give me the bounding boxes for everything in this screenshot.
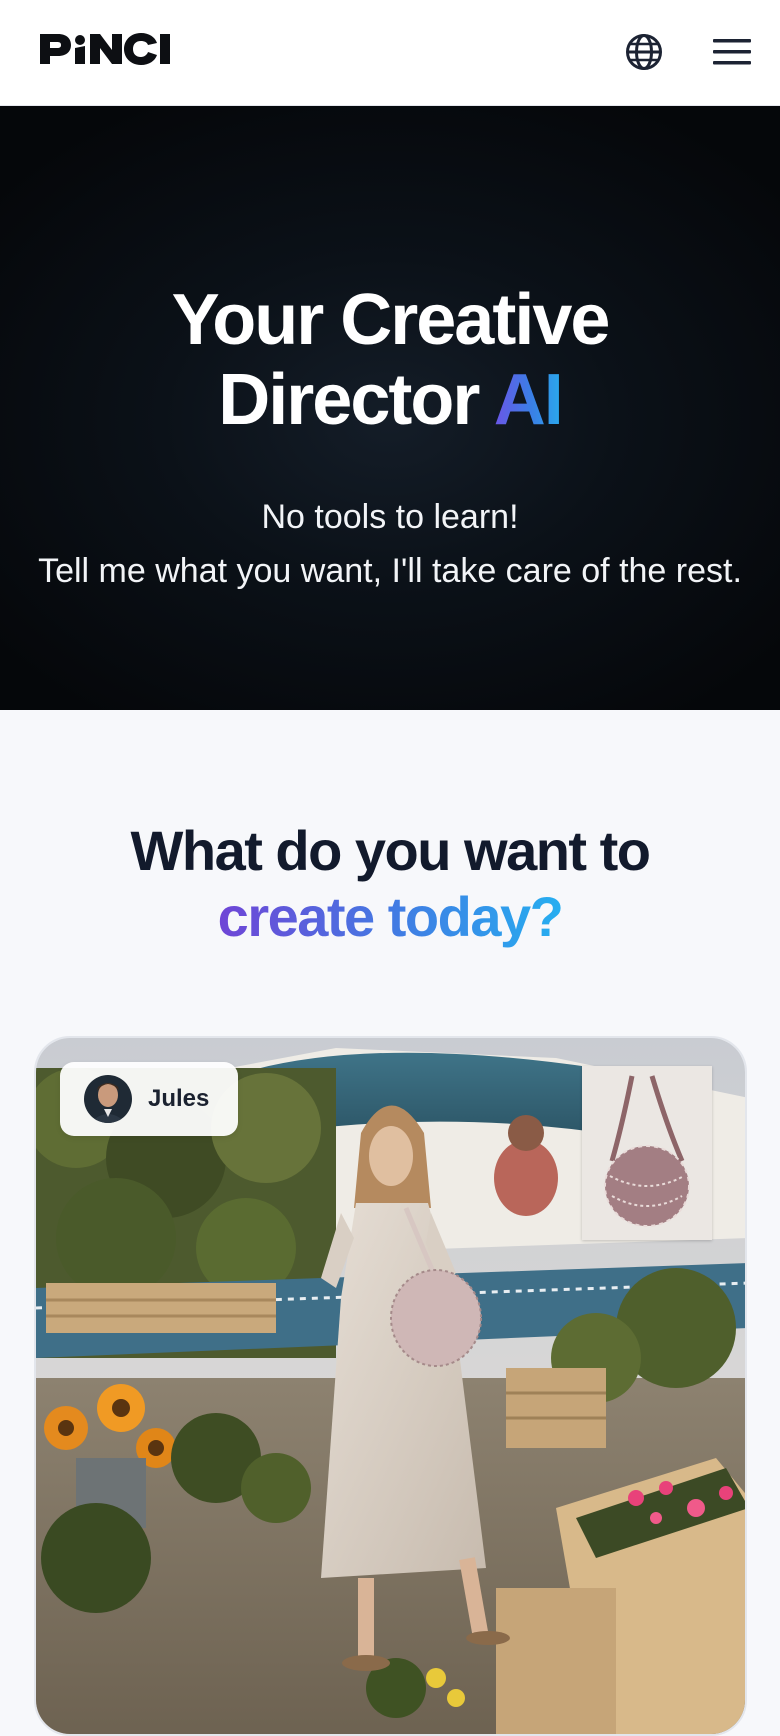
crochet-bag-thumbnail [582, 1066, 712, 1240]
hero-subtitle: No tools to learn! Tell me what you want… [0, 490, 780, 598]
language-button[interactable] [622, 30, 666, 74]
product-thumbnail[interactable] [582, 1066, 712, 1240]
menu-button[interactable] [708, 32, 756, 72]
globe-icon [626, 34, 662, 70]
pinci-logo-mark [40, 33, 170, 65]
avatar [84, 1075, 132, 1123]
hero-subtitle-line2: Tell me what you want, I'll take care of… [38, 552, 742, 590]
create-title-line2: create today? [217, 885, 564, 948]
avatar-image [84, 1075, 132, 1123]
hero-title: Your Creative Director AI [0, 280, 780, 440]
create-title: What do you want to create today? [0, 818, 780, 950]
hero-section: Your Creative Director AI No tools to le… [0, 106, 780, 710]
hamburger-menu-icon [713, 39, 751, 65]
hero-subtitle-line1: No tools to learn! [261, 498, 519, 536]
showcase-card[interactable]: Jules [34, 1036, 747, 1736]
create-title-line1: What do you want to [130, 819, 651, 882]
hero-title-line2: Director [218, 360, 494, 440]
hero-title-line1: Your Creative [171, 280, 611, 360]
user-chip[interactable]: Jules [60, 1062, 238, 1136]
pinci-logo[interactable] [38, 30, 174, 70]
site-header [0, 0, 780, 106]
user-name: Jules [148, 1085, 210, 1112]
hero-title-accent: AI [493, 360, 564, 440]
